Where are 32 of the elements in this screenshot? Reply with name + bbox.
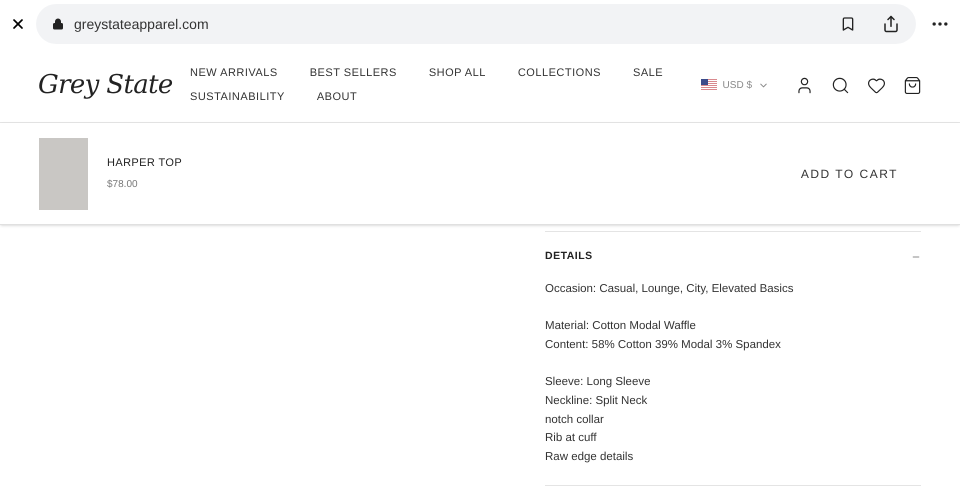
url-text: greystateapparel.com [74,14,210,34]
details-toggle[interactable]: DETAILS [545,232,921,280]
add-to-cart-button[interactable]: ADD TO CART [800,164,898,182]
details-line: Raw edge details [545,450,634,465]
details-line: Content: 58% Cotton 39% Modal 3% Spandex [545,338,782,353]
nav-link[interactable]: ABOUT [316,89,358,106]
close-icon[interactable] [10,16,26,32]
share-icon[interactable] [882,15,900,33]
bag-icon[interactable] [903,76,922,94]
photo-placeholder [39,138,88,210]
logo[interactable]: Grey State [38,66,188,104]
currency-selector[interactable]: USD $ [700,78,769,92]
details-line: Occasion: Casual, Lounge, City, Elevated Basics [545,282,794,297]
heart-icon[interactable] [867,76,886,94]
search-icon[interactable] [831,76,850,94]
nav-link[interactable]: SALE [632,64,664,81]
details-line: notch collar [545,412,605,428]
nav-link[interactable]: SHOP ALL [428,64,486,81]
details-line: Neckline: Split Neck [545,394,648,409]
details-line: Sleeve: Long Sleeve [545,375,652,390]
lock-icon [52,18,64,30]
nav-link[interactable]: SUSTAINABILITY [190,89,285,106]
bookmark-icon[interactable] [840,16,856,32]
flag-icon [700,79,717,91]
product-name: HARPER TOP [107,156,184,172]
nav-link[interactable]: NEW ARRIVALS [190,64,278,81]
nav-link[interactable]: COLLECTIONS [518,64,601,81]
address-bar[interactable]: greystateapparel.com [36,4,916,44]
product-price: $78.00 [107,178,139,192]
details-line: Material: Cotton Modal Waffle [545,319,697,334]
nav-link[interactable]: BEST SELLERS [310,64,397,81]
details-line: Rib at cuff [545,431,598,446]
